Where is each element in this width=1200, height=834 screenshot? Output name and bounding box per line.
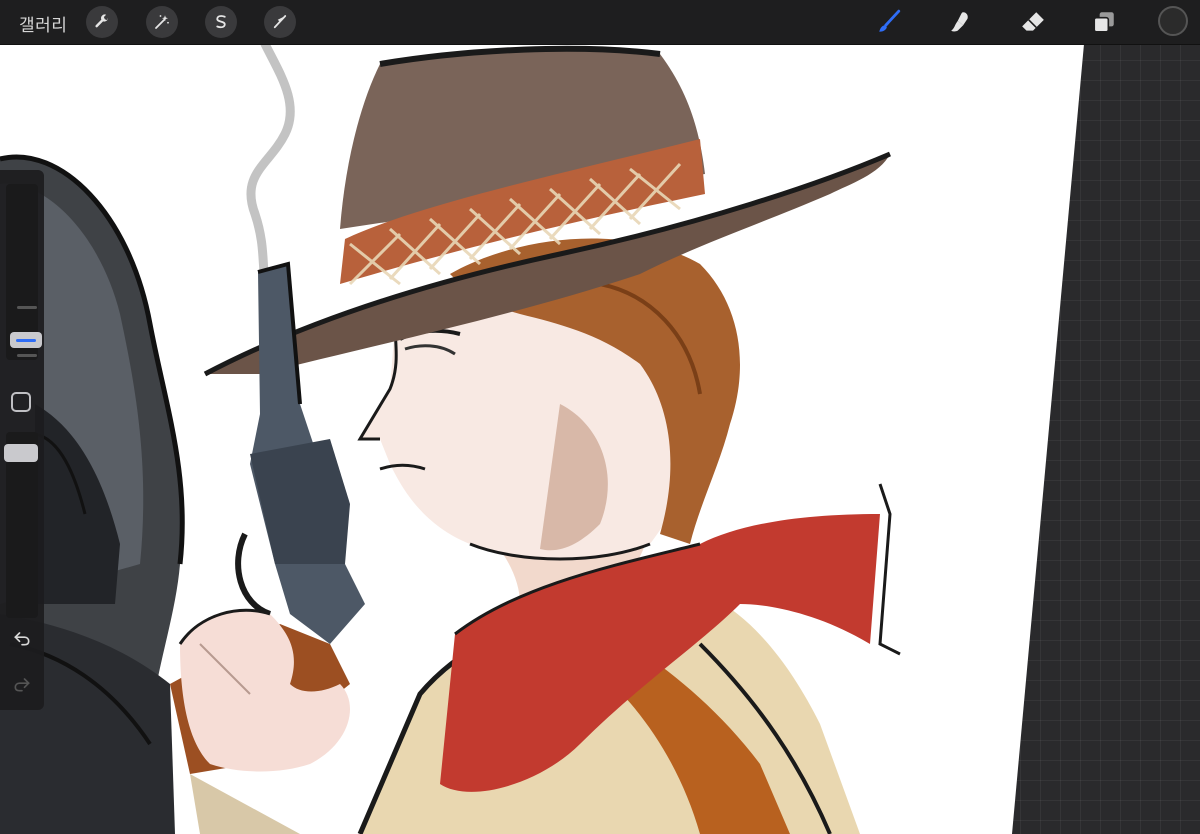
smudge-tool-button[interactable] <box>946 7 976 37</box>
magic-wand-icon <box>155 15 169 29</box>
wrench-icon <box>95 14 108 28</box>
transform-button[interactable] <box>264 6 296 38</box>
modify-button-square-icon[interactable] <box>11 392 31 412</box>
layers-button[interactable] <box>1089 7 1119 37</box>
selection-s-icon <box>216 15 226 29</box>
arrow-cursor-icon <box>273 15 287 29</box>
eraser-tool-button[interactable] <box>1018 7 1048 37</box>
slider-tick <box>17 354 37 357</box>
color-picker-button[interactable] <box>1158 6 1188 36</box>
eraser-icon <box>1022 12 1044 31</box>
redo-icon <box>14 678 30 692</box>
redo-button[interactable] <box>10 672 34 696</box>
canvas-artwork <box>0 44 1084 834</box>
brush-opacity-knob[interactable] <box>4 444 38 462</box>
selection-button[interactable] <box>205 6 237 38</box>
brush-size-slider[interactable] <box>6 184 42 360</box>
adjustments-button[interactable] <box>146 6 178 38</box>
smudge-icon <box>951 12 968 32</box>
drawing-canvas[interactable] <box>0 44 1200 834</box>
slider-tick <box>17 306 37 309</box>
undo-icon <box>14 632 30 646</box>
layers-icon <box>1093 12 1114 33</box>
procreate-app: 갤러리 <box>0 0 1200 834</box>
brush-size-knob[interactable] <box>10 332 42 348</box>
brush-tool-button[interactable] <box>874 7 904 37</box>
left-sidebar <box>0 170 44 710</box>
gallery-button[interactable]: 갤러리 <box>19 11 67 36</box>
actions-button[interactable] <box>86 6 118 38</box>
brush-icon <box>879 9 901 32</box>
undo-button[interactable] <box>10 626 34 650</box>
top-toolbar: 갤러리 <box>0 0 1200 45</box>
